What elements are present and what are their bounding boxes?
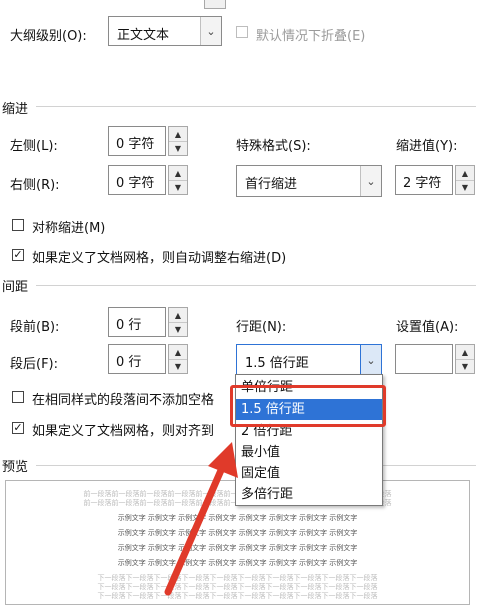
spacing-before-input[interactable]: 0 行 (108, 307, 166, 337)
highlight-annotation (230, 385, 386, 427)
collapse-label: 默认情况下折叠(E) (256, 29, 366, 44)
spin-down-icon[interactable]: ▼ (169, 141, 187, 155)
indent-left-value: 0 字符 (116, 137, 155, 152)
indent-by-spinner[interactable]: ▲ ▼ (455, 165, 475, 195)
spacing-after-spinner[interactable]: ▲ ▼ (168, 344, 188, 374)
indent-by-input[interactable]: 2 字符 (395, 165, 453, 195)
at-spinner[interactable]: ▲ ▼ (455, 344, 475, 374)
same-style-label: 在相同样式的段落间不添加空格 (32, 393, 215, 408)
chevron-down-icon[interactable]: ⌄ (360, 166, 381, 196)
outline-level-label: 大纲级别(O): (10, 29, 87, 44)
collapse-checkbox[interactable] (236, 26, 248, 38)
spacing-after-label: 段后(F): (10, 357, 59, 372)
special-format-label: 特殊格式(S): (236, 139, 311, 154)
same-style-checkbox[interactable] (12, 391, 24, 403)
special-format-value: 首行缩进 (245, 177, 298, 192)
spin-up-icon[interactable]: ▲ (169, 127, 187, 142)
auto-adjust-checkbox[interactable]: ✓ (12, 249, 24, 261)
indent-left-spinner[interactable]: ▲ ▼ (168, 126, 188, 156)
dropdown-option-at-least[interactable]: 最小值 (236, 442, 382, 463)
spin-up-icon[interactable]: ▲ (169, 166, 187, 181)
spacing-before-spinner[interactable]: ▲ ▼ (168, 307, 188, 337)
spacing-before-label: 段前(B): (10, 320, 60, 335)
spin-down-icon[interactable]: ▼ (456, 180, 474, 194)
mirror-indent-label: 对称缩进(M) (32, 221, 106, 236)
snap-grid-checkbox[interactable]: ✓ (12, 422, 24, 434)
line-spacing-label: 行距(N): (236, 320, 287, 335)
spin-down-icon[interactable]: ▼ (456, 359, 474, 373)
line-spacing-value: 1.5 倍行距 (245, 356, 309, 371)
line-spacing-select[interactable]: 1.5 倍行距 ⌄ (236, 344, 382, 376)
indent-right-value: 0 字符 (116, 176, 155, 191)
indent-right-label: 右侧(R): (10, 178, 60, 193)
arrow-annotation-icon (164, 442, 238, 596)
spacing-after-input[interactable]: 0 行 (108, 344, 166, 374)
preview-section-title: 预览 (2, 460, 29, 475)
spacing-section-title: 间距 (2, 280, 29, 295)
chevron-down-icon[interactable]: ⌄ (200, 17, 221, 45)
scroll-remnant (204, 0, 226, 9)
spin-up-icon[interactable]: ▲ (456, 166, 474, 181)
spacing-before-value: 0 行 (116, 318, 142, 333)
dropdown-option-exactly[interactable]: 固定值 (236, 463, 382, 484)
indent-by-value: 2 字符 (403, 176, 442, 191)
spin-down-icon[interactable]: ▼ (169, 322, 187, 336)
outline-level-select[interactable]: 正文文本 ⌄ (108, 16, 222, 46)
at-input[interactable] (395, 344, 453, 374)
special-format-select[interactable]: 首行缩进 ⌄ (236, 165, 382, 197)
indent-by-label: 缩进值(Y): (396, 139, 458, 154)
auto-adjust-label: 如果定义了文档网格，则自动调整右缩进(D) (32, 251, 287, 266)
indent-divider (36, 106, 476, 107)
indent-right-spinner[interactable]: ▲ ▼ (168, 165, 188, 195)
dropdown-option-multiple[interactable]: 多倍行距 (236, 484, 382, 505)
outline-level-value: 正文文本 (117, 28, 170, 43)
spin-down-icon[interactable]: ▼ (169, 180, 187, 194)
chevron-down-icon[interactable]: ⌄ (360, 345, 381, 375)
spin-up-icon[interactable]: ▲ (169, 308, 187, 323)
spin-down-icon[interactable]: ▼ (169, 359, 187, 373)
indent-left-input[interactable]: 0 字符 (108, 126, 166, 156)
mirror-indent-checkbox[interactable] (12, 219, 24, 231)
spin-up-icon[interactable]: ▲ (169, 345, 187, 360)
indent-section-title: 缩进 (2, 102, 29, 117)
spin-up-icon[interactable]: ▲ (456, 345, 474, 360)
spacing-after-value: 0 行 (116, 355, 142, 370)
indent-right-input[interactable]: 0 字符 (108, 165, 166, 195)
at-label: 设置值(A): (396, 320, 459, 335)
indent-left-label: 左侧(L): (10, 139, 58, 154)
spacing-divider (36, 285, 476, 286)
